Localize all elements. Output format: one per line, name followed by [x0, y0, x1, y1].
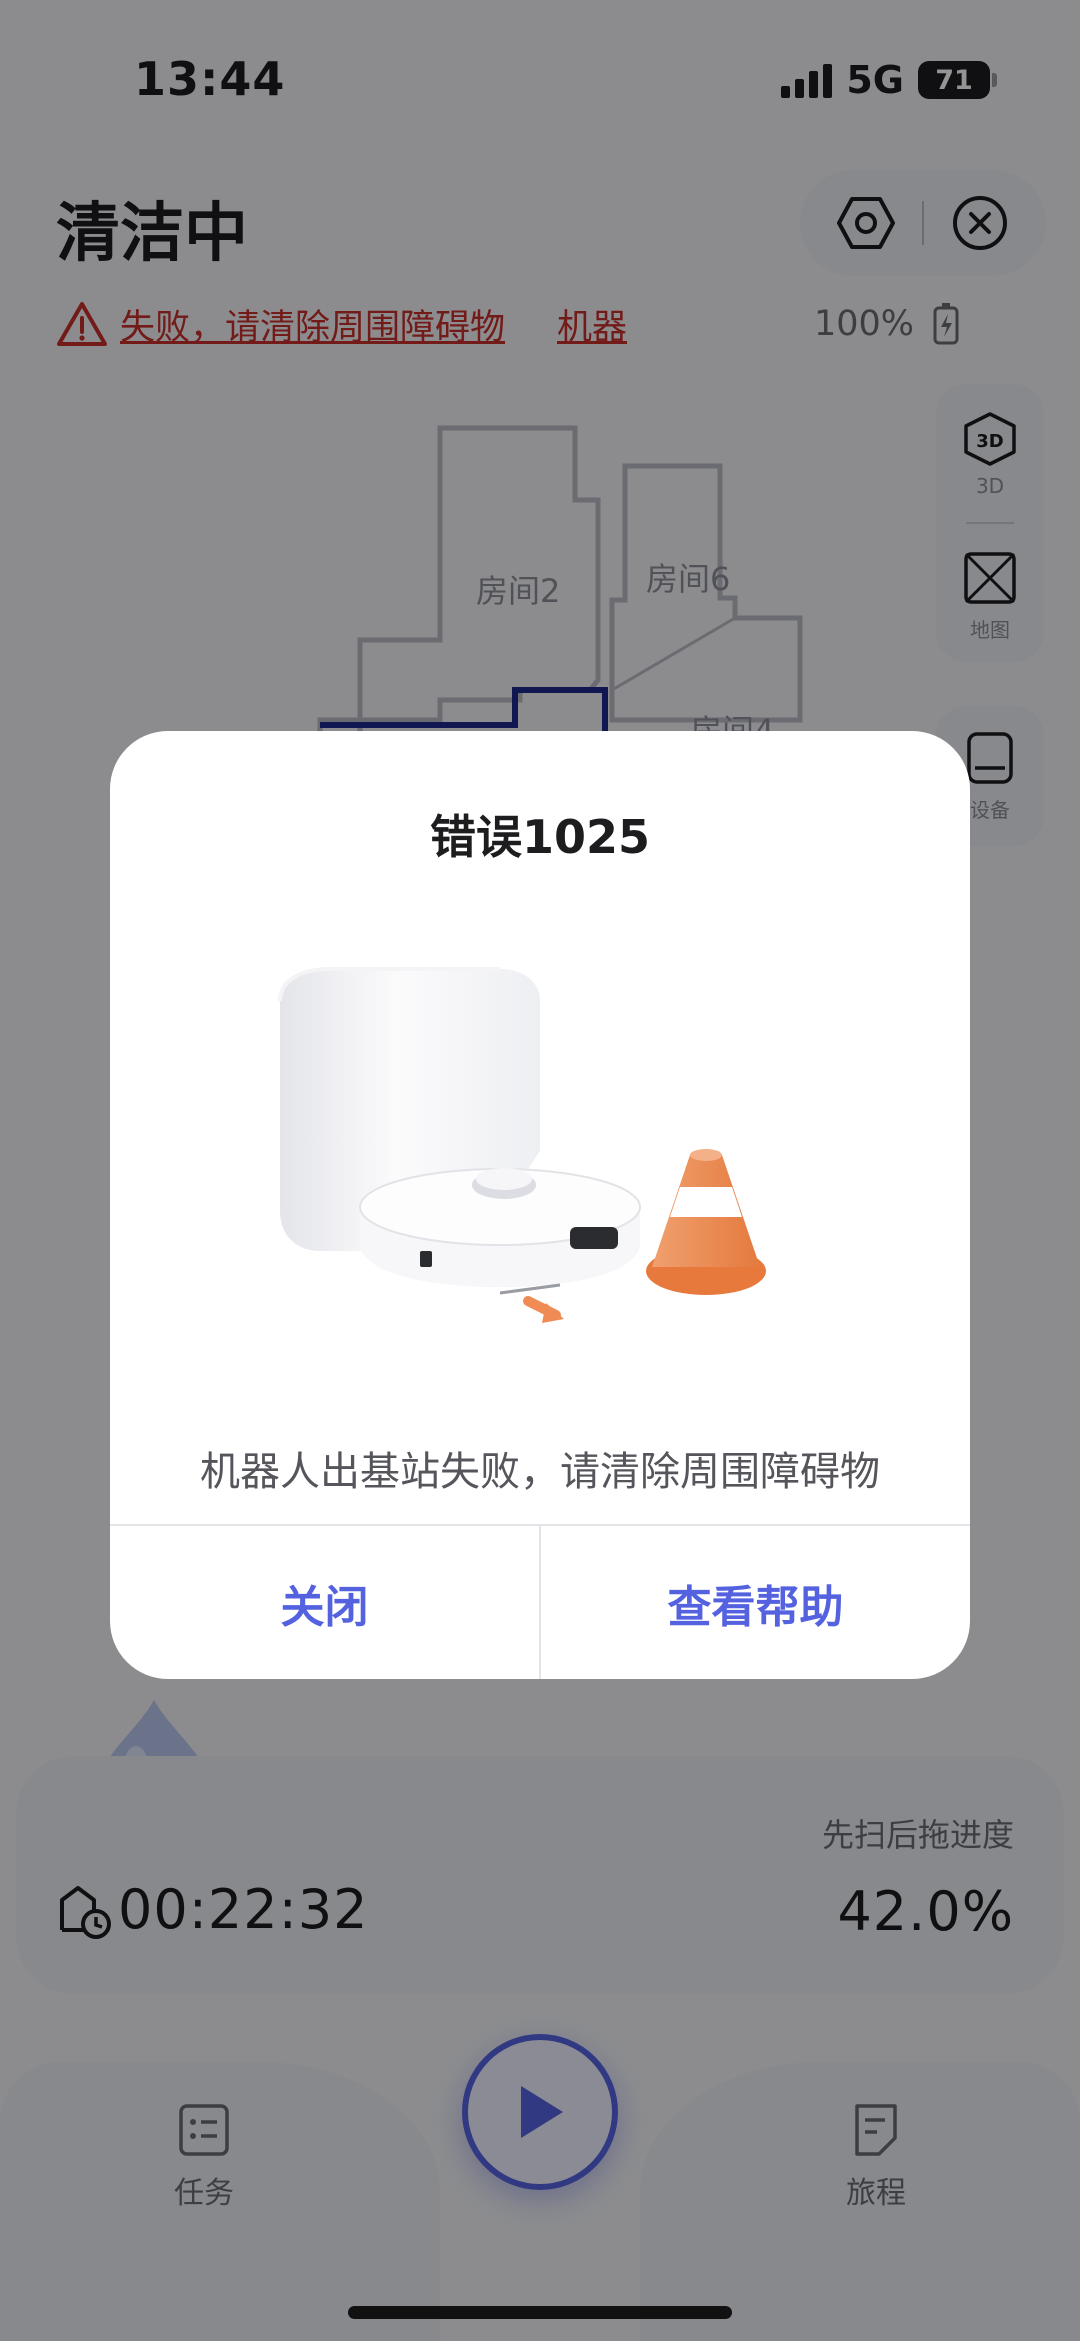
dialog-message: 机器人出基站失败，请清除周围障碍物 — [200, 1449, 880, 1495]
close-button[interactable]: 关闭 — [110, 1526, 539, 1679]
home-indicator[interactable] — [348, 2306, 732, 2319]
dialog-title: 错误1025 — [429, 810, 651, 864]
view-help-button[interactable]: 查看帮助 — [541, 1526, 970, 1679]
robot-blocked-illustration — [260, 951, 820, 1341]
error-dialog: 错误1025 机器人出基站失败，请清除周围障碍物 关闭 查看帮助 — [110, 731, 970, 1679]
